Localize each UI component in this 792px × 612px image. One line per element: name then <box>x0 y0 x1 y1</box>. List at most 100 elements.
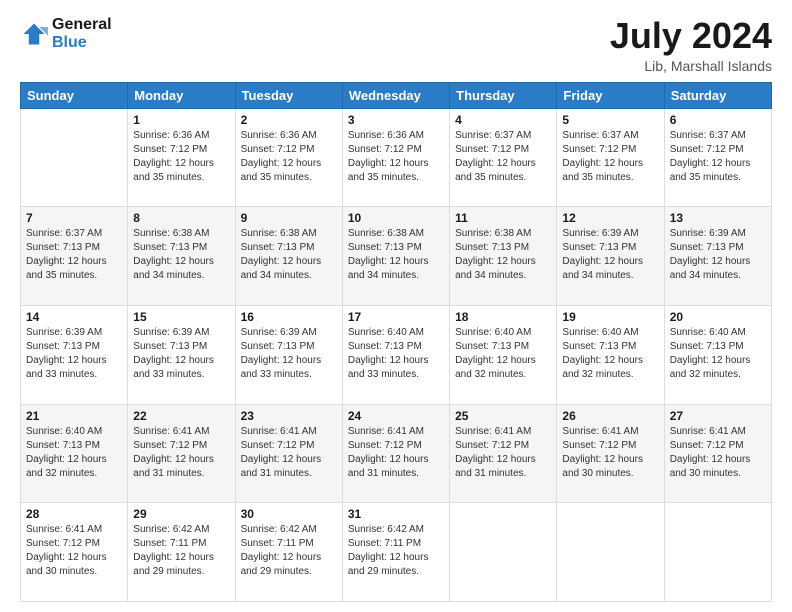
weekday-thursday: Thursday <box>450 82 557 108</box>
calendar-cell: 20 Sunrise: 6:40 AMSunset: 7:13 PMDaylig… <box>664 305 771 404</box>
cell-info: Sunrise: 6:42 AMSunset: 7:11 PMDaylight:… <box>133 524 214 577</box>
day-number: 27 <box>670 409 766 423</box>
day-number: 13 <box>670 211 766 225</box>
cell-info: Sunrise: 6:41 AMSunset: 7:12 PMDaylight:… <box>26 524 107 577</box>
calendar-cell: 7 Sunrise: 6:37 AMSunset: 7:13 PMDayligh… <box>21 207 128 306</box>
cell-info: Sunrise: 6:40 AMSunset: 7:13 PMDaylight:… <box>26 426 107 479</box>
calendar-cell: 26 Sunrise: 6:41 AMSunset: 7:12 PMDaylig… <box>557 404 664 503</box>
calendar-cell: 25 Sunrise: 6:41 AMSunset: 7:12 PMDaylig… <box>450 404 557 503</box>
day-number: 22 <box>133 409 229 423</box>
day-number: 29 <box>133 507 229 521</box>
cell-info: Sunrise: 6:38 AMSunset: 7:13 PMDaylight:… <box>133 228 214 281</box>
day-number: 19 <box>562 310 658 324</box>
logo: General Blue <box>20 16 112 52</box>
day-number: 17 <box>348 310 444 324</box>
calendar-cell: 5 Sunrise: 6:37 AMSunset: 7:12 PMDayligh… <box>557 108 664 207</box>
day-number: 6 <box>670 113 766 127</box>
month-title: July 2024 <box>610 16 772 56</box>
cell-info: Sunrise: 6:41 AMSunset: 7:12 PMDaylight:… <box>562 426 643 479</box>
day-number: 23 <box>241 409 337 423</box>
week-row-5: 28 Sunrise: 6:41 AMSunset: 7:12 PMDaylig… <box>21 503 772 602</box>
calendar-cell: 24 Sunrise: 6:41 AMSunset: 7:12 PMDaylig… <box>342 404 449 503</box>
calendar-cell: 2 Sunrise: 6:36 AMSunset: 7:12 PMDayligh… <box>235 108 342 207</box>
calendar-cell: 27 Sunrise: 6:41 AMSunset: 7:12 PMDaylig… <box>664 404 771 503</box>
day-number: 20 <box>670 310 766 324</box>
weekday-saturday: Saturday <box>664 82 771 108</box>
cell-info: Sunrise: 6:40 AMSunset: 7:13 PMDaylight:… <box>348 327 429 380</box>
cell-info: Sunrise: 6:37 AMSunset: 7:12 PMDaylight:… <box>670 130 751 183</box>
calendar-cell: 6 Sunrise: 6:37 AMSunset: 7:12 PMDayligh… <box>664 108 771 207</box>
day-number: 31 <box>348 507 444 521</box>
weekday-wednesday: Wednesday <box>342 82 449 108</box>
calendar-cell <box>450 503 557 602</box>
cell-info: Sunrise: 6:39 AMSunset: 7:13 PMDaylight:… <box>562 228 643 281</box>
cell-info: Sunrise: 6:38 AMSunset: 7:13 PMDaylight:… <box>455 228 536 281</box>
calendar-cell: 9 Sunrise: 6:38 AMSunset: 7:13 PMDayligh… <box>235 207 342 306</box>
week-row-2: 7 Sunrise: 6:37 AMSunset: 7:13 PMDayligh… <box>21 207 772 306</box>
calendar-cell: 30 Sunrise: 6:42 AMSunset: 7:11 PMDaylig… <box>235 503 342 602</box>
cell-info: Sunrise: 6:39 AMSunset: 7:13 PMDaylight:… <box>670 228 751 281</box>
day-number: 24 <box>348 409 444 423</box>
calendar-cell: 8 Sunrise: 6:38 AMSunset: 7:13 PMDayligh… <box>128 207 235 306</box>
week-row-3: 14 Sunrise: 6:39 AMSunset: 7:13 PMDaylig… <box>21 305 772 404</box>
cell-info: Sunrise: 6:39 AMSunset: 7:13 PMDaylight:… <box>133 327 214 380</box>
calendar-cell: 15 Sunrise: 6:39 AMSunset: 7:13 PMDaylig… <box>128 305 235 404</box>
location: Lib, Marshall Islands <box>610 58 772 74</box>
week-row-4: 21 Sunrise: 6:40 AMSunset: 7:13 PMDaylig… <box>21 404 772 503</box>
cell-info: Sunrise: 6:41 AMSunset: 7:12 PMDaylight:… <box>348 426 429 479</box>
cell-info: Sunrise: 6:38 AMSunset: 7:13 PMDaylight:… <box>348 228 429 281</box>
calendar-cell: 19 Sunrise: 6:40 AMSunset: 7:13 PMDaylig… <box>557 305 664 404</box>
day-number: 2 <box>241 113 337 127</box>
cell-info: Sunrise: 6:36 AMSunset: 7:12 PMDaylight:… <box>241 130 322 183</box>
day-number: 10 <box>348 211 444 225</box>
day-number: 25 <box>455 409 551 423</box>
day-number: 1 <box>133 113 229 127</box>
calendar-cell: 4 Sunrise: 6:37 AMSunset: 7:12 PMDayligh… <box>450 108 557 207</box>
weekday-sunday: Sunday <box>21 82 128 108</box>
calendar-cell: 16 Sunrise: 6:39 AMSunset: 7:13 PMDaylig… <box>235 305 342 404</box>
day-number: 30 <box>241 507 337 521</box>
day-number: 7 <box>26 211 122 225</box>
cell-info: Sunrise: 6:41 AMSunset: 7:12 PMDaylight:… <box>241 426 322 479</box>
day-number: 14 <box>26 310 122 324</box>
calendar-cell <box>557 503 664 602</box>
weekday-tuesday: Tuesday <box>235 82 342 108</box>
calendar-cell <box>21 108 128 207</box>
cell-info: Sunrise: 6:40 AMSunset: 7:13 PMDaylight:… <box>455 327 536 380</box>
day-number: 12 <box>562 211 658 225</box>
calendar-cell: 28 Sunrise: 6:41 AMSunset: 7:12 PMDaylig… <box>21 503 128 602</box>
calendar-cell: 3 Sunrise: 6:36 AMSunset: 7:12 PMDayligh… <box>342 108 449 207</box>
calendar-cell: 10 Sunrise: 6:38 AMSunset: 7:13 PMDaylig… <box>342 207 449 306</box>
day-number: 5 <box>562 113 658 127</box>
calendar-cell: 13 Sunrise: 6:39 AMSunset: 7:13 PMDaylig… <box>664 207 771 306</box>
day-number: 4 <box>455 113 551 127</box>
cell-info: Sunrise: 6:41 AMSunset: 7:12 PMDaylight:… <box>455 426 536 479</box>
logo-icon <box>20 20 48 48</box>
calendar-cell: 1 Sunrise: 6:36 AMSunset: 7:12 PMDayligh… <box>128 108 235 207</box>
day-number: 8 <box>133 211 229 225</box>
calendar-cell: 11 Sunrise: 6:38 AMSunset: 7:13 PMDaylig… <box>450 207 557 306</box>
calendar-cell: 31 Sunrise: 6:42 AMSunset: 7:11 PMDaylig… <box>342 503 449 602</box>
cell-info: Sunrise: 6:41 AMSunset: 7:12 PMDaylight:… <box>133 426 214 479</box>
day-number: 3 <box>348 113 444 127</box>
calendar-cell: 21 Sunrise: 6:40 AMSunset: 7:13 PMDaylig… <box>21 404 128 503</box>
calendar: SundayMondayTuesdayWednesdayThursdayFrid… <box>20 82 772 602</box>
day-number: 9 <box>241 211 337 225</box>
calendar-cell: 29 Sunrise: 6:42 AMSunset: 7:11 PMDaylig… <box>128 503 235 602</box>
week-row-1: 1 Sunrise: 6:36 AMSunset: 7:12 PMDayligh… <box>21 108 772 207</box>
day-number: 18 <box>455 310 551 324</box>
calendar-cell: 23 Sunrise: 6:41 AMSunset: 7:12 PMDaylig… <box>235 404 342 503</box>
day-number: 16 <box>241 310 337 324</box>
weekday-monday: Monday <box>128 82 235 108</box>
page: General Blue July 2024 Lib, Marshall Isl… <box>0 0 792 612</box>
cell-info: Sunrise: 6:37 AMSunset: 7:12 PMDaylight:… <box>562 130 643 183</box>
weekday-friday: Friday <box>557 82 664 108</box>
calendar-cell: 14 Sunrise: 6:39 AMSunset: 7:13 PMDaylig… <box>21 305 128 404</box>
calendar-cell: 18 Sunrise: 6:40 AMSunset: 7:13 PMDaylig… <box>450 305 557 404</box>
calendar-cell: 12 Sunrise: 6:39 AMSunset: 7:13 PMDaylig… <box>557 207 664 306</box>
cell-info: Sunrise: 6:36 AMSunset: 7:12 PMDaylight:… <box>348 130 429 183</box>
title-area: July 2024 Lib, Marshall Islands <box>610 16 772 74</box>
cell-info: Sunrise: 6:39 AMSunset: 7:13 PMDaylight:… <box>241 327 322 380</box>
day-number: 28 <box>26 507 122 521</box>
cell-info: Sunrise: 6:38 AMSunset: 7:13 PMDaylight:… <box>241 228 322 281</box>
